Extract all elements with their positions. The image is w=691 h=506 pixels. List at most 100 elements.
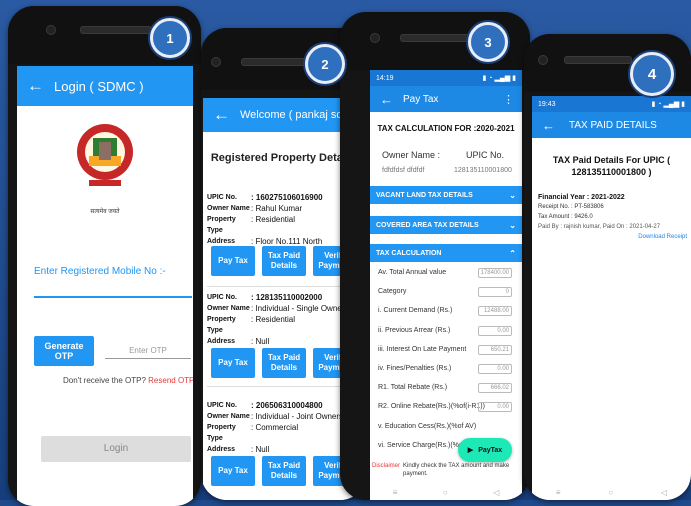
phone-pay-tax: 14:19 ▮ ◔ ▂▄▆ ▮ ← Pay Tax ⋮ TAX CALCULAT… bbox=[340, 12, 530, 500]
covered-area-section[interactable]: COVERED AREA TAX DETAILS ⌄ bbox=[370, 216, 522, 234]
back-arrow-icon[interactable]: ← bbox=[213, 105, 230, 125]
tax-row-value[interactable]: 666.02 bbox=[478, 383, 512, 394]
nav-bar: ≡ ○ ◁ bbox=[370, 484, 522, 500]
tax-row-label: R2. Online Rebate(Rs.)(%of(i-R1)) bbox=[378, 403, 485, 411]
vacant-land-section[interactable]: VACANT LAND TAX DETAILS ⌄ bbox=[370, 186, 522, 204]
upic-value: : 160275106016900 bbox=[251, 193, 323, 202]
resend-row: Don't receive the OTP? Resend OTP bbox=[63, 376, 193, 385]
section-title: VACANT LAND TAX DETAILS bbox=[376, 191, 473, 199]
tax-row-value[interactable]: 0.00 bbox=[478, 402, 512, 413]
generate-otp-button[interactable]: Generate OTP bbox=[34, 336, 94, 366]
ptype-value: : Residential bbox=[251, 215, 296, 224]
status-time: 19:43 bbox=[538, 100, 556, 108]
app-bar: ← Login ( SDMC ) bbox=[17, 66, 193, 106]
mobile-number-field-label[interactable]: Enter Registered Mobile No :- bbox=[34, 266, 166, 277]
otp-input[interactable]: Enter OTP bbox=[105, 346, 191, 359]
chevron-down-icon: ⌄ bbox=[509, 220, 516, 230]
step-badge: 1 bbox=[150, 18, 190, 58]
owner-name-label: Owner Name : bbox=[382, 150, 441, 160]
page-title: Welcome ( pankaj sdm... bbox=[240, 109, 341, 121]
ptype-value: : Commercial bbox=[251, 423, 299, 432]
owner-name-value: fdfdfdsf dfdfdf bbox=[382, 167, 425, 174]
tax-paid-details-button[interactable]: Tax Paid Details bbox=[262, 348, 306, 378]
owner-value: : Individual - Joint Owners bbox=[251, 412, 344, 421]
tax-row-label: Av. Total Annual value bbox=[378, 269, 447, 276]
tax-amount: Tax Amount : 9426.0 bbox=[538, 214, 593, 220]
ptype-value: : Residential bbox=[251, 315, 296, 324]
tax-row-label: i. Current Demand (Rs.) bbox=[378, 307, 453, 315]
pay-tax-fab[interactable]: ▶ PayTax bbox=[458, 438, 512, 462]
upic-label: UPIC No. bbox=[207, 294, 237, 301]
step-badge: 3 bbox=[468, 22, 508, 62]
back-arrow-icon[interactable]: ← bbox=[542, 118, 555, 133]
phone-speaker bbox=[80, 26, 152, 34]
login-button[interactable]: Login bbox=[41, 436, 191, 462]
section-heading: Registered Property Details bbox=[210, 152, 356, 164]
home-icon[interactable]: ○ bbox=[608, 488, 613, 497]
owner-label: Owner Name bbox=[207, 305, 250, 312]
back-arrow-icon[interactable]: ← bbox=[27, 76, 44, 96]
back-arrow-icon[interactable]: ← bbox=[380, 92, 393, 107]
logo-caption: सत्यमेव जयते bbox=[90, 209, 120, 215]
tax-row-label: ii. Previous Arrear (Rs.) bbox=[378, 326, 451, 334]
recent-apps-icon[interactable]: ≡ bbox=[393, 488, 398, 497]
properties-screen: ← Welcome ( pankaj sdm... ⋮ Registered P… bbox=[203, 98, 363, 500]
address-value: : Null bbox=[251, 337, 270, 346]
tax-row-label: R1. Total Rebate (Rs.) bbox=[378, 384, 448, 392]
upic-value: : 128135110002000 bbox=[251, 293, 323, 302]
disclaimer-label: Disclaimer bbox=[372, 463, 401, 469]
owner-value: : Individual - Single Owner bbox=[251, 304, 345, 313]
tax-row-value[interactable]: 178400.00 bbox=[478, 268, 512, 278]
app-bar: ← Welcome ( pankaj sdm... ⋮ bbox=[203, 98, 363, 132]
play-icon: ▶ bbox=[467, 447, 474, 454]
page-title: Pay Tax bbox=[403, 93, 439, 105]
tax-calculation-title: TAX CALCULATION FOR :2020-2021 bbox=[377, 124, 515, 133]
app-bar: ← TAX PAID DETAILS bbox=[532, 112, 691, 138]
ptype-label: Property Type bbox=[207, 316, 236, 334]
pay-tax-button[interactable]: Pay Tax bbox=[211, 456, 255, 486]
back-nav-icon[interactable]: ◁ bbox=[493, 488, 499, 497]
tax-paid-details-button[interactable]: Tax Paid Details bbox=[262, 246, 306, 276]
tax-row-value[interactable]: 12488.00 bbox=[478, 306, 512, 317]
owner-label: Owner Name bbox=[207, 205, 250, 212]
home-icon[interactable]: ○ bbox=[443, 488, 448, 497]
section-title: COVERED AREA TAX DETAILS bbox=[376, 221, 479, 229]
mobile-number-underline bbox=[34, 296, 192, 298]
disclaimer-text: Kindly check the TAX amount and make pay… bbox=[403, 463, 510, 477]
phone-speaker bbox=[400, 34, 472, 42]
back-nav-icon[interactable]: ◁ bbox=[661, 488, 667, 497]
tax-row-label: vi. Service Charge(Rs.)(%of bbox=[378, 441, 465, 449]
pay-tax-fab-label: PayTax bbox=[478, 446, 503, 454]
tax-row-value[interactable]: 0.00 bbox=[478, 325, 512, 336]
tax-paid-details-button[interactable]: Tax Paid Details bbox=[262, 456, 306, 486]
tax-calculation-section[interactable]: TAX CALCULATION ⌃ bbox=[370, 244, 522, 262]
chevron-down-icon: ⌄ bbox=[509, 190, 516, 200]
sdmc-logo bbox=[77, 124, 133, 186]
status-bar: 19:43 ▮ ◔ ▂▄▆ ▮ bbox=[532, 96, 691, 112]
address-label: Address bbox=[207, 446, 236, 453]
tax-row-value[interactable]: 650.21 bbox=[478, 344, 512, 355]
upic-value: : 206506310004800 bbox=[251, 401, 323, 410]
resend-otp-link[interactable]: Resend OTP bbox=[148, 376, 193, 385]
pay-tax-button[interactable]: Pay Tax bbox=[211, 348, 255, 378]
login-screen: ← Login ( SDMC ) सत्यमेव जयते Enter Regi… bbox=[17, 66, 193, 506]
tax-row-value[interactable]: 0.00 bbox=[478, 364, 512, 374]
phone-camera bbox=[211, 57, 221, 67]
page-title: Login ( SDMC ) bbox=[54, 78, 144, 94]
upic-label: UPIC No. bbox=[466, 150, 505, 160]
tax-row-label: Category bbox=[378, 288, 407, 296]
phone-tax-paid: 19:43 ▮ ◔ ▂▄▆ ▮ ← TAX PAID DETAILS TAX P… bbox=[524, 34, 691, 500]
recent-apps-icon[interactable]: ≡ bbox=[556, 488, 561, 497]
upic-label: UPIC No. bbox=[207, 402, 237, 409]
tax-row-label: iii. Interest On Late Payment bbox=[378, 345, 467, 353]
phone-camera bbox=[46, 25, 56, 35]
pay-tax-button[interactable]: Pay Tax bbox=[211, 246, 255, 276]
overflow-menu-icon[interactable]: ⋮ bbox=[503, 93, 514, 106]
download-receipt-link[interactable]: Download Receipt bbox=[638, 234, 687, 240]
ptype-label: Property Type bbox=[207, 424, 236, 442]
financial-year: Financial Year : 2021-2022 bbox=[538, 194, 625, 201]
tax-row-label: iv. Fines/Penalties (Rs.) bbox=[378, 365, 452, 372]
status-time: 14:19 bbox=[376, 74, 394, 82]
property-card: UPIC No.: 206506310004800 Owner Name: In… bbox=[207, 400, 359, 500]
tax-row-value[interactable]: 0 bbox=[478, 287, 512, 298]
